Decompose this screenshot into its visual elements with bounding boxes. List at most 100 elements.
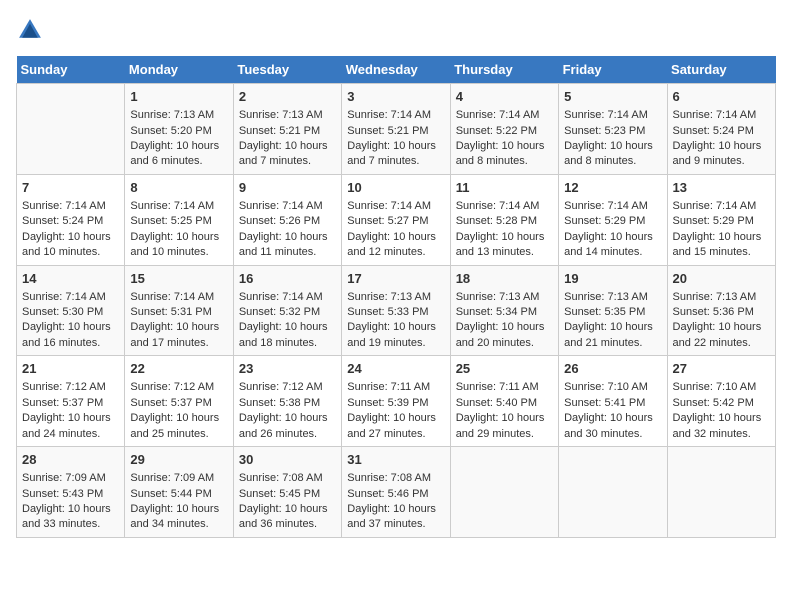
calendar-week-row: 21Sunrise: 7:12 AMSunset: 5:37 PMDayligh… [17,356,776,447]
calendar-cell: 14Sunrise: 7:14 AMSunset: 5:30 PMDayligh… [17,265,125,356]
daylight-text: Daylight: 10 hours and 6 minutes. [130,139,227,170]
day-number: 24 [347,360,444,378]
sunrise-text: Sunrise: 7:14 AM [130,290,227,305]
calendar-cell: 23Sunrise: 7:12 AMSunset: 5:38 PMDayligh… [233,356,341,447]
day-number: 30 [239,451,336,469]
sunset-text: Sunset: 5:37 PM [130,396,227,411]
sunrise-text: Sunrise: 7:09 AM [22,471,119,486]
sunrise-text: Sunrise: 7:14 AM [456,199,553,214]
day-number: 20 [673,270,770,288]
sunrise-text: Sunrise: 7:14 AM [564,199,661,214]
calendar-cell: 26Sunrise: 7:10 AMSunset: 5:41 PMDayligh… [559,356,667,447]
daylight-text: Daylight: 10 hours and 13 minutes. [456,230,553,261]
logo [16,16,48,44]
daylight-text: Daylight: 10 hours and 7 minutes. [239,139,336,170]
sunrise-text: Sunrise: 7:13 AM [239,108,336,123]
daylight-text: Daylight: 10 hours and 10 minutes. [130,230,227,261]
day-number: 7 [22,179,119,197]
calendar-cell: 7Sunrise: 7:14 AMSunset: 5:24 PMDaylight… [17,174,125,265]
daylight-text: Daylight: 10 hours and 7 minutes. [347,139,444,170]
sunset-text: Sunset: 5:28 PM [456,214,553,229]
sunrise-text: Sunrise: 7:14 AM [239,199,336,214]
sunset-text: Sunset: 5:43 PM [22,487,119,502]
sunrise-text: Sunrise: 7:13 AM [673,290,770,305]
day-number: 8 [130,179,227,197]
day-number: 31 [347,451,444,469]
day-number: 27 [673,360,770,378]
sunrise-text: Sunrise: 7:14 AM [130,199,227,214]
sunrise-text: Sunrise: 7:09 AM [130,471,227,486]
sunset-text: Sunset: 5:39 PM [347,396,444,411]
calendar-week-row: 1Sunrise: 7:13 AMSunset: 5:20 PMDaylight… [17,84,776,175]
daylight-text: Daylight: 10 hours and 22 minutes. [673,320,770,351]
sunset-text: Sunset: 5:33 PM [347,305,444,320]
page-header [16,16,776,44]
sunset-text: Sunset: 5:44 PM [130,487,227,502]
day-number: 21 [22,360,119,378]
day-number: 12 [564,179,661,197]
day-number: 11 [456,179,553,197]
sunset-text: Sunset: 5:45 PM [239,487,336,502]
calendar-cell: 30Sunrise: 7:08 AMSunset: 5:45 PMDayligh… [233,447,341,538]
daylight-text: Daylight: 10 hours and 10 minutes. [22,230,119,261]
sunrise-text: Sunrise: 7:14 AM [22,290,119,305]
sunset-text: Sunset: 5:24 PM [673,124,770,139]
sunset-text: Sunset: 5:23 PM [564,124,661,139]
sunset-text: Sunset: 5:30 PM [22,305,119,320]
sunrise-text: Sunrise: 7:10 AM [564,380,661,395]
sunrise-text: Sunrise: 7:08 AM [347,471,444,486]
calendar-cell: 16 Sunrise: 7:14 AMSunset: 5:32 PMDayligh… [233,265,341,356]
calendar-cell [559,447,667,538]
sunrise-text: Sunrise: 7:14 AM [673,108,770,123]
sunrise-text: Sunrise: 7:08 AM [239,471,336,486]
day-number: 25 [456,360,553,378]
calendar-cell: 8 Sunrise: 7:14 AMSunset: 5:25 PMDaylight… [125,174,233,265]
daylight-text: Daylight: 10 hours and 8 minutes. [564,139,661,170]
sunset-text: Sunset: 5:29 PM [673,214,770,229]
sunset-text: Sunset: 5:32 PM [239,305,336,320]
sunset-text: Sunset: 5:29 PM [564,214,661,229]
sunrise-text: Sunrise: 7:14 AM [456,108,553,123]
calendar-cell: 20Sunrise: 7:13 AMSunset: 5:36 PMDayligh… [667,265,775,356]
day-number: 9 [239,179,336,197]
day-number: 17 [347,270,444,288]
sunset-text: Sunset: 5:21 PM [347,124,444,139]
weekday-header: Wednesday [342,56,450,84]
sunset-text: Sunset: 5:22 PM [456,124,553,139]
calendar-cell: 25Sunrise: 7:11 AMSunset: 5:40 PMDayligh… [450,356,558,447]
sunrise-text: Sunrise: 7:13 AM [456,290,553,305]
sunrise-text: Sunrise: 7:12 AM [22,380,119,395]
calendar-cell: 5Sunrise: 7:14 AMSunset: 5:23 PMDaylight… [559,84,667,175]
daylight-text: Daylight: 10 hours and 20 minutes. [456,320,553,351]
sunrise-text: Sunrise: 7:14 AM [347,108,444,123]
daylight-text: Daylight: 10 hours and 24 minutes. [22,411,119,442]
calendar-header-row: SundayMondayTuesdayWednesdayThursdayFrid… [17,56,776,84]
sunset-text: Sunset: 5:25 PM [130,214,227,229]
sunrise-text: Sunrise: 7:14 AM [22,199,119,214]
sunset-text: Sunset: 5:21 PM [239,124,336,139]
daylight-text: Daylight: 10 hours and 32 minutes. [673,411,770,442]
daylight-text: Daylight: 10 hours and 15 minutes. [673,230,770,261]
calendar-cell: 18Sunrise: 7:13 AMSunset: 5:34 PMDayligh… [450,265,558,356]
sunrise-text: Sunrise: 7:14 AM [239,290,336,305]
day-number: 28 [22,451,119,469]
calendar-cell: 15Sunrise: 7:14 AMSunset: 5:31 PMDayligh… [125,265,233,356]
day-number: 5 [564,88,661,106]
day-number: 2 [239,88,336,106]
daylight-text: Daylight: 10 hours and 19 minutes. [347,320,444,351]
calendar-cell: 17Sunrise: 7:13 AMSunset: 5:33 PMDayligh… [342,265,450,356]
calendar-cell: 6Sunrise: 7:14 AMSunset: 5:24 PMDaylight… [667,84,775,175]
sunset-text: Sunset: 5:46 PM [347,487,444,502]
daylight-text: Daylight: 10 hours and 11 minutes. [239,230,336,261]
sunrise-text: Sunrise: 7:11 AM [456,380,553,395]
daylight-text: Daylight: 10 hours and 25 minutes. [130,411,227,442]
daylight-text: Daylight: 10 hours and 18 minutes. [239,320,336,351]
calendar-cell: 27Sunrise: 7:10 AMSunset: 5:42 PMDayligh… [667,356,775,447]
calendar-cell: 29Sunrise: 7:09 AMSunset: 5:44 PMDayligh… [125,447,233,538]
day-number: 16 [239,270,336,288]
sunset-text: Sunset: 5:31 PM [130,305,227,320]
calendar-week-row: 14Sunrise: 7:14 AMSunset: 5:30 PMDayligh… [17,265,776,356]
sunset-text: Sunset: 5:38 PM [239,396,336,411]
daylight-text: Daylight: 10 hours and 26 minutes. [239,411,336,442]
calendar-cell: 13Sunrise: 7:14 AMSunset: 5:29 PMDayligh… [667,174,775,265]
